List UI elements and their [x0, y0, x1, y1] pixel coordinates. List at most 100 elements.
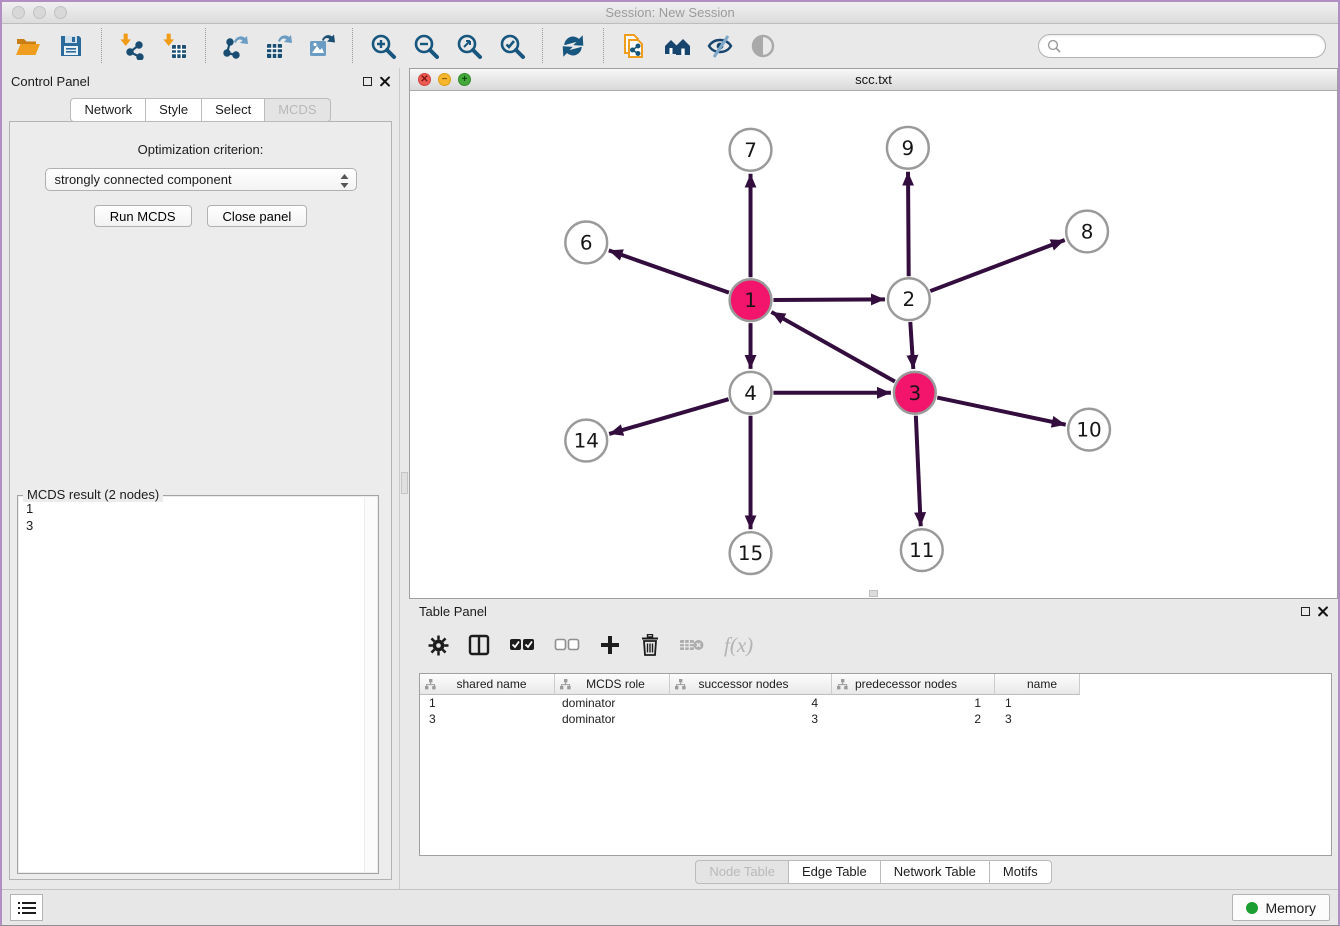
network-canvas[interactable]: 1 2 3 4 6 7 8 9 10 11 14 15 [410, 91, 1337, 598]
add-column-icon[interactable] [599, 634, 621, 656]
tab-style[interactable]: Style [145, 98, 201, 122]
graph-edge-4-14[interactable] [609, 399, 728, 434]
cell-successor-nodes[interactable]: 3 [670, 712, 832, 726]
network-close-icon[interactable]: ✕ [418, 73, 431, 86]
graph-node-4[interactable]: 4 [730, 372, 772, 414]
graph-node-10[interactable]: 10 [1068, 409, 1110, 451]
graph-edge-2-8[interactable] [930, 240, 1064, 291]
apply-function-icon[interactable]: f(x) [724, 633, 753, 658]
zoom-out-icon[interactable] [412, 32, 440, 60]
graph-edge-3-10[interactable] [937, 398, 1065, 425]
network-maximize-icon[interactable]: + [458, 73, 471, 86]
graph-node-1[interactable]: 1 [730, 279, 772, 321]
cell-shared-name[interactable]: 1 [420, 696, 555, 710]
graph-edge-2-9[interactable] [908, 172, 909, 277]
cell-predecessor-nodes[interactable]: 1 [832, 696, 995, 710]
network-minimize-icon[interactable]: − [438, 73, 451, 86]
graph-edge-3-1[interactable] [771, 312, 895, 382]
graph-node-9[interactable]: 9 [887, 127, 929, 169]
tab-edge-table[interactable]: Edge Table [788, 860, 880, 884]
graph-edge-3-11[interactable] [916, 416, 921, 527]
delete-selected-icon[interactable] [640, 634, 660, 656]
export-network-icon[interactable] [222, 32, 250, 60]
run-mcds-button[interactable]: Run MCDS [94, 205, 192, 227]
tab-network-table[interactable]: Network Table [880, 860, 989, 884]
splitter-grip[interactable] [401, 472, 408, 494]
show-log-button[interactable] [10, 894, 43, 921]
float-table-panel-icon[interactable] [1301, 607, 1310, 616]
column-header-name[interactable]: name [995, 674, 1080, 695]
minimize-window-icon[interactable] [33, 6, 46, 19]
control-panel: Control Panel Network Style Select MCDS … [2, 68, 399, 892]
table-row[interactable]: 3 dominator 3 2 3 [420, 711, 1331, 727]
panel-splitter[interactable] [399, 68, 409, 892]
export-table-icon[interactable] [265, 32, 293, 60]
optimization-criterion-label: Optimization criterion: [10, 142, 391, 157]
import-table-icon[interactable] [161, 32, 189, 60]
cell-mcds-role[interactable]: dominator [555, 696, 670, 710]
criterion-value: strongly connected component [55, 172, 232, 187]
export-image-icon[interactable] [308, 32, 336, 60]
memory-button[interactable]: Memory [1232, 894, 1330, 921]
open-session-icon[interactable] [14, 32, 42, 60]
graph-node-14[interactable]: 14 [565, 420, 607, 462]
tab-network[interactable]: Network [70, 98, 145, 122]
search-input[interactable] [1066, 38, 1317, 53]
cell-shared-name[interactable]: 3 [420, 712, 555, 726]
column-header-shared-name[interactable]: shared name [420, 674, 555, 695]
cell-mcds-role[interactable]: dominator [555, 712, 670, 726]
select-all-icon[interactable] [509, 638, 535, 652]
graph-edge-1-6[interactable] [609, 250, 729, 292]
column-header-successor-nodes[interactable]: successor nodes [670, 674, 832, 695]
save-session-icon[interactable] [57, 32, 85, 60]
control-panel-title: Control Panel [11, 74, 90, 89]
close-panel-icon[interactable] [379, 76, 390, 87]
import-network-icon[interactable] [118, 32, 146, 60]
close-panel-button[interactable]: Close panel [207, 205, 308, 227]
duplicate-network-icon[interactable] [620, 32, 648, 60]
graph-node-6[interactable]: 6 [565, 222, 607, 264]
column-header-mcds-role[interactable]: MCDS role [555, 674, 670, 695]
criterion-select[interactable]: strongly connected component [45, 168, 357, 191]
delete-column-icon[interactable] [679, 636, 705, 654]
graph-node-2[interactable]: 2 [888, 278, 930, 320]
zoom-selected-icon[interactable] [498, 32, 526, 60]
float-panel-icon[interactable] [363, 77, 372, 86]
graph-node-15[interactable]: 15 [730, 532, 772, 574]
mcds-result-list[interactable]: 1 3 [19, 497, 377, 872]
cell-predecessor-nodes[interactable]: 2 [832, 712, 995, 726]
cell-name[interactable]: 3 [995, 712, 1080, 726]
maximize-window-icon[interactable] [54, 6, 67, 19]
tab-mcds[interactable]: MCDS [264, 98, 330, 122]
close-table-panel-icon[interactable] [1317, 606, 1328, 617]
table-row[interactable]: 1 dominator 4 1 1 [420, 695, 1331, 711]
network-graph[interactable]: 1 2 3 4 6 7 8 9 10 11 14 15 [410, 91, 1337, 598]
graph-edge-1-2[interactable] [773, 299, 885, 300]
result-scrollbar[interactable] [364, 497, 377, 872]
first-neighbors-icon[interactable] [663, 32, 691, 60]
table-settings-icon[interactable] [428, 635, 449, 656]
tab-motifs[interactable]: Motifs [989, 860, 1052, 884]
graph-edge-2-3[interactable] [910, 322, 913, 369]
hide-graphics-details-icon[interactable] [706, 32, 734, 60]
zoom-fit-icon[interactable] [455, 32, 483, 60]
tab-node-table[interactable]: Node Table [695, 860, 788, 884]
deselect-all-icon[interactable] [554, 638, 580, 652]
zoom-in-icon[interactable] [369, 32, 397, 60]
graph-node-7[interactable]: 7 [730, 129, 772, 171]
show-graphics-details-icon[interactable] [749, 32, 777, 60]
refresh-view-icon[interactable] [559, 32, 587, 60]
close-window-icon[interactable] [12, 6, 25, 19]
cell-successor-nodes[interactable]: 4 [670, 696, 832, 710]
graph-node-8[interactable]: 8 [1066, 211, 1108, 253]
graph-node-11[interactable]: 11 [901, 529, 943, 571]
graph-node-3[interactable]: 3 [894, 372, 936, 414]
table-panel-header: Table Panel [409, 599, 1338, 624]
canvas-splitter-grip[interactable] [869, 590, 878, 597]
cell-name[interactable]: 1 [995, 696, 1080, 710]
node-table[interactable]: shared name MCDS role successor nodes [419, 673, 1332, 856]
tab-select[interactable]: Select [201, 98, 264, 122]
search-box[interactable] [1038, 34, 1326, 58]
split-table-icon[interactable] [468, 634, 490, 656]
column-header-predecessor-nodes[interactable]: predecessor nodes [832, 674, 995, 695]
